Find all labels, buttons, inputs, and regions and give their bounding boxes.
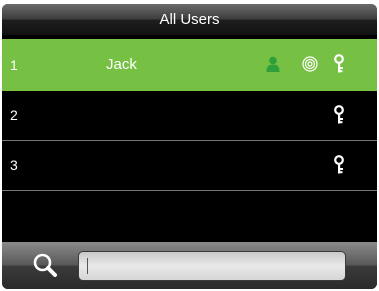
fingerprint-icon xyxy=(302,56,318,77)
user-name: Jack xyxy=(106,56,137,73)
key-icon xyxy=(333,155,345,180)
user-number: 3 xyxy=(10,157,18,173)
search-bar xyxy=(2,242,377,289)
user-icon xyxy=(266,56,280,77)
text-caret xyxy=(87,258,88,274)
key-icon xyxy=(333,54,345,79)
user-row-2[interactable]: 2 xyxy=(2,91,377,141)
search-icon[interactable] xyxy=(32,252,58,283)
user-list: 1 Jack 2 3 xyxy=(2,39,377,191)
device-screen: All Users 1 Jack 2 3 xyxy=(2,4,377,289)
search-input[interactable] xyxy=(78,251,346,281)
user-row-3[interactable]: 3 xyxy=(2,141,377,191)
page-title: All Users xyxy=(159,11,220,28)
title-bar: All Users xyxy=(2,4,377,35)
user-row-1[interactable]: 1 Jack xyxy=(2,39,377,91)
key-icon xyxy=(333,105,345,130)
user-number: 2 xyxy=(10,107,18,123)
user-number: 1 xyxy=(10,57,18,73)
